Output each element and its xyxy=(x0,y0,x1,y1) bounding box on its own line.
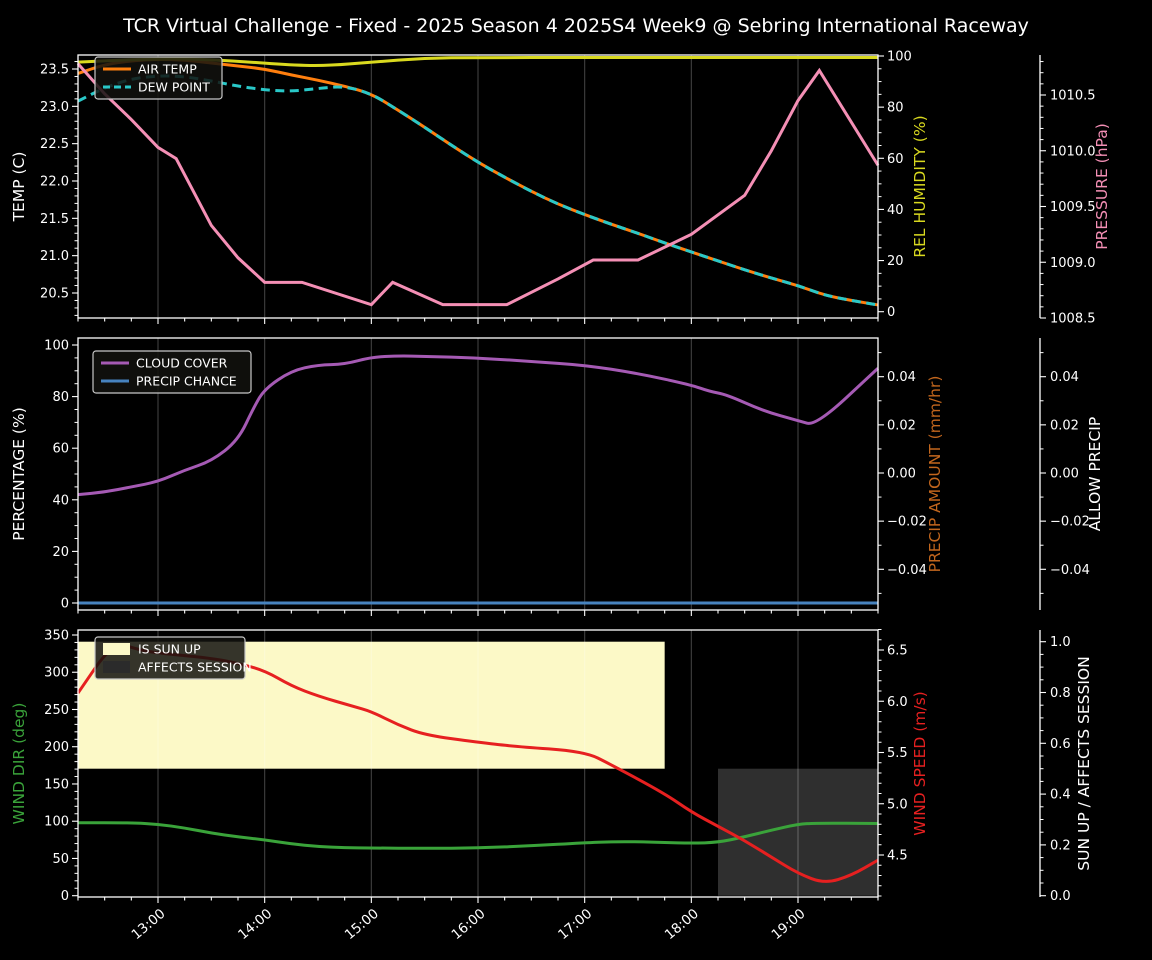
axis-title-left: WIND DIR (deg) xyxy=(10,703,28,825)
tick-label: −0.04 xyxy=(1050,563,1090,578)
tick-label: 20 xyxy=(887,254,904,269)
x-tick-label: 15:00 xyxy=(342,906,382,943)
tick-label: 350 xyxy=(44,629,69,644)
tick-label: 0.02 xyxy=(887,418,916,433)
tick-label: 23.5 xyxy=(40,63,69,78)
tick-label: 21.0 xyxy=(40,249,69,264)
legend-label: PRECIP CHANCE xyxy=(136,374,237,389)
tick-label: 0.0 xyxy=(1050,889,1071,904)
tick-label: 0.00 xyxy=(1050,467,1079,482)
tick-label: 100 xyxy=(44,815,69,830)
tick-label: 0.02 xyxy=(1050,418,1079,433)
tick-label: 40 xyxy=(52,493,69,508)
axis-title-right: REL HUMIDITY (%) xyxy=(911,115,929,257)
page-title: TCR Virtual Challenge - Fixed - 2025 Sea… xyxy=(123,15,1029,37)
tick-label: 40 xyxy=(887,203,904,218)
tick-label: 0.8 xyxy=(1050,686,1071,701)
tick-label: 22.5 xyxy=(40,137,69,152)
tick-label: 23.0 xyxy=(40,100,69,115)
tick-label: 1008.5 xyxy=(1050,312,1096,327)
tick-label: 0.04 xyxy=(887,370,916,385)
tick-label: 60 xyxy=(887,152,904,167)
tick-label: −0.04 xyxy=(887,563,927,578)
axis-title-right: WIND SPEED (m/s) xyxy=(911,691,929,835)
chart-cloud-precip: 0 20 40 60 80 100 PERCENTAGE (%) 0.04 0.02 0.00 −0… xyxy=(10,337,1104,616)
tick-label: 0 xyxy=(61,889,69,904)
tick-label: 6.5 xyxy=(887,644,908,659)
tick-label: 5.5 xyxy=(887,746,908,761)
tick-label: 20 xyxy=(52,545,69,560)
axis-title-right: PRECIP AMOUNT (mm/hr) xyxy=(926,376,944,573)
tick-label: 150 xyxy=(44,777,69,792)
tick-label: 60 xyxy=(52,442,69,457)
tick-label: 200 xyxy=(44,740,69,755)
legend-label: AFFECTS SESSION xyxy=(138,660,252,675)
tick-label: 100 xyxy=(44,339,69,354)
legend-label: CLOUD COVER xyxy=(136,356,228,371)
tick-label: 80 xyxy=(887,101,904,116)
axis-title-far: PRESSURE (hPa) xyxy=(1093,123,1111,250)
tick-label: −0.02 xyxy=(1050,515,1090,530)
forecast-charts: 20.5 21.0 21.5 22.0 22.5 23.0 23.5 TEMP (C) 0 20 4… xyxy=(10,50,1111,944)
tick-label: 0.04 xyxy=(1050,370,1079,385)
chart-wind-sun: 0 50 100 150 200 250 300 350 WIND DIR (deg) 4.5 5.… xyxy=(10,629,1093,905)
chart-temperature-humidity-pressure: 20.5 21.0 21.5 22.0 22.5 23.0 23.5 TEMP (C) 0 20 4… xyxy=(10,50,1111,327)
tick-label: 1010.5 xyxy=(1050,89,1096,104)
axis-title-left: TEMP (C) xyxy=(10,152,28,223)
tick-label: 0.6 xyxy=(1050,737,1071,752)
x-tick-label: 13:00 xyxy=(128,906,168,943)
weather-forecast-panel: TCR Virtual Challenge - Fixed - 2025 Sea… xyxy=(0,0,1152,960)
tick-label: 0.2 xyxy=(1050,838,1071,853)
tick-label: 0.00 xyxy=(887,467,916,482)
tick-label: 0 xyxy=(887,305,895,320)
tick-label: 80 xyxy=(52,390,69,405)
x-tick-label: 17:00 xyxy=(555,906,595,943)
tick-label: 0.4 xyxy=(1050,788,1071,803)
tick-label: 22.0 xyxy=(40,175,69,190)
tick-label: 1009.5 xyxy=(1050,200,1096,215)
legend-swatch xyxy=(103,661,130,673)
x-tick-label: 14:00 xyxy=(235,906,275,943)
tick-label: 300 xyxy=(44,666,69,681)
tick-label: 6.0 xyxy=(887,695,908,710)
tick-label: 1009.0 xyxy=(1050,256,1096,271)
tick-label: 21.5 xyxy=(40,212,69,227)
x-tick-label: 18:00 xyxy=(662,906,702,943)
axis-title-left: PERCENTAGE (%) xyxy=(10,407,28,541)
tick-label: 250 xyxy=(44,703,69,718)
tick-label: 0 xyxy=(61,597,69,612)
axis-title-far: ALLOW PRECIP xyxy=(1086,417,1104,531)
tick-label: 100 xyxy=(887,50,912,65)
axis-title-far: SUN UP / AFFECTS SESSION xyxy=(1075,656,1093,870)
legend-label: AIR TEMP xyxy=(138,62,197,77)
legend-label: IS SUN UP xyxy=(138,642,201,657)
tick-label: −0.02 xyxy=(887,515,927,530)
legend-label: DEW POINT xyxy=(138,80,210,95)
tick-label: 50 xyxy=(52,852,69,867)
tick-label: 4.5 xyxy=(887,849,908,864)
tick-label: 1010.0 xyxy=(1050,144,1096,159)
legend-swatch xyxy=(103,643,130,655)
x-tick-label: 19:00 xyxy=(768,906,808,943)
tick-label: 20.5 xyxy=(40,287,69,302)
x-tick-label: 16:00 xyxy=(448,906,488,943)
tick-label: 1.0 xyxy=(1050,635,1071,650)
tick-label: 5.0 xyxy=(887,797,908,812)
